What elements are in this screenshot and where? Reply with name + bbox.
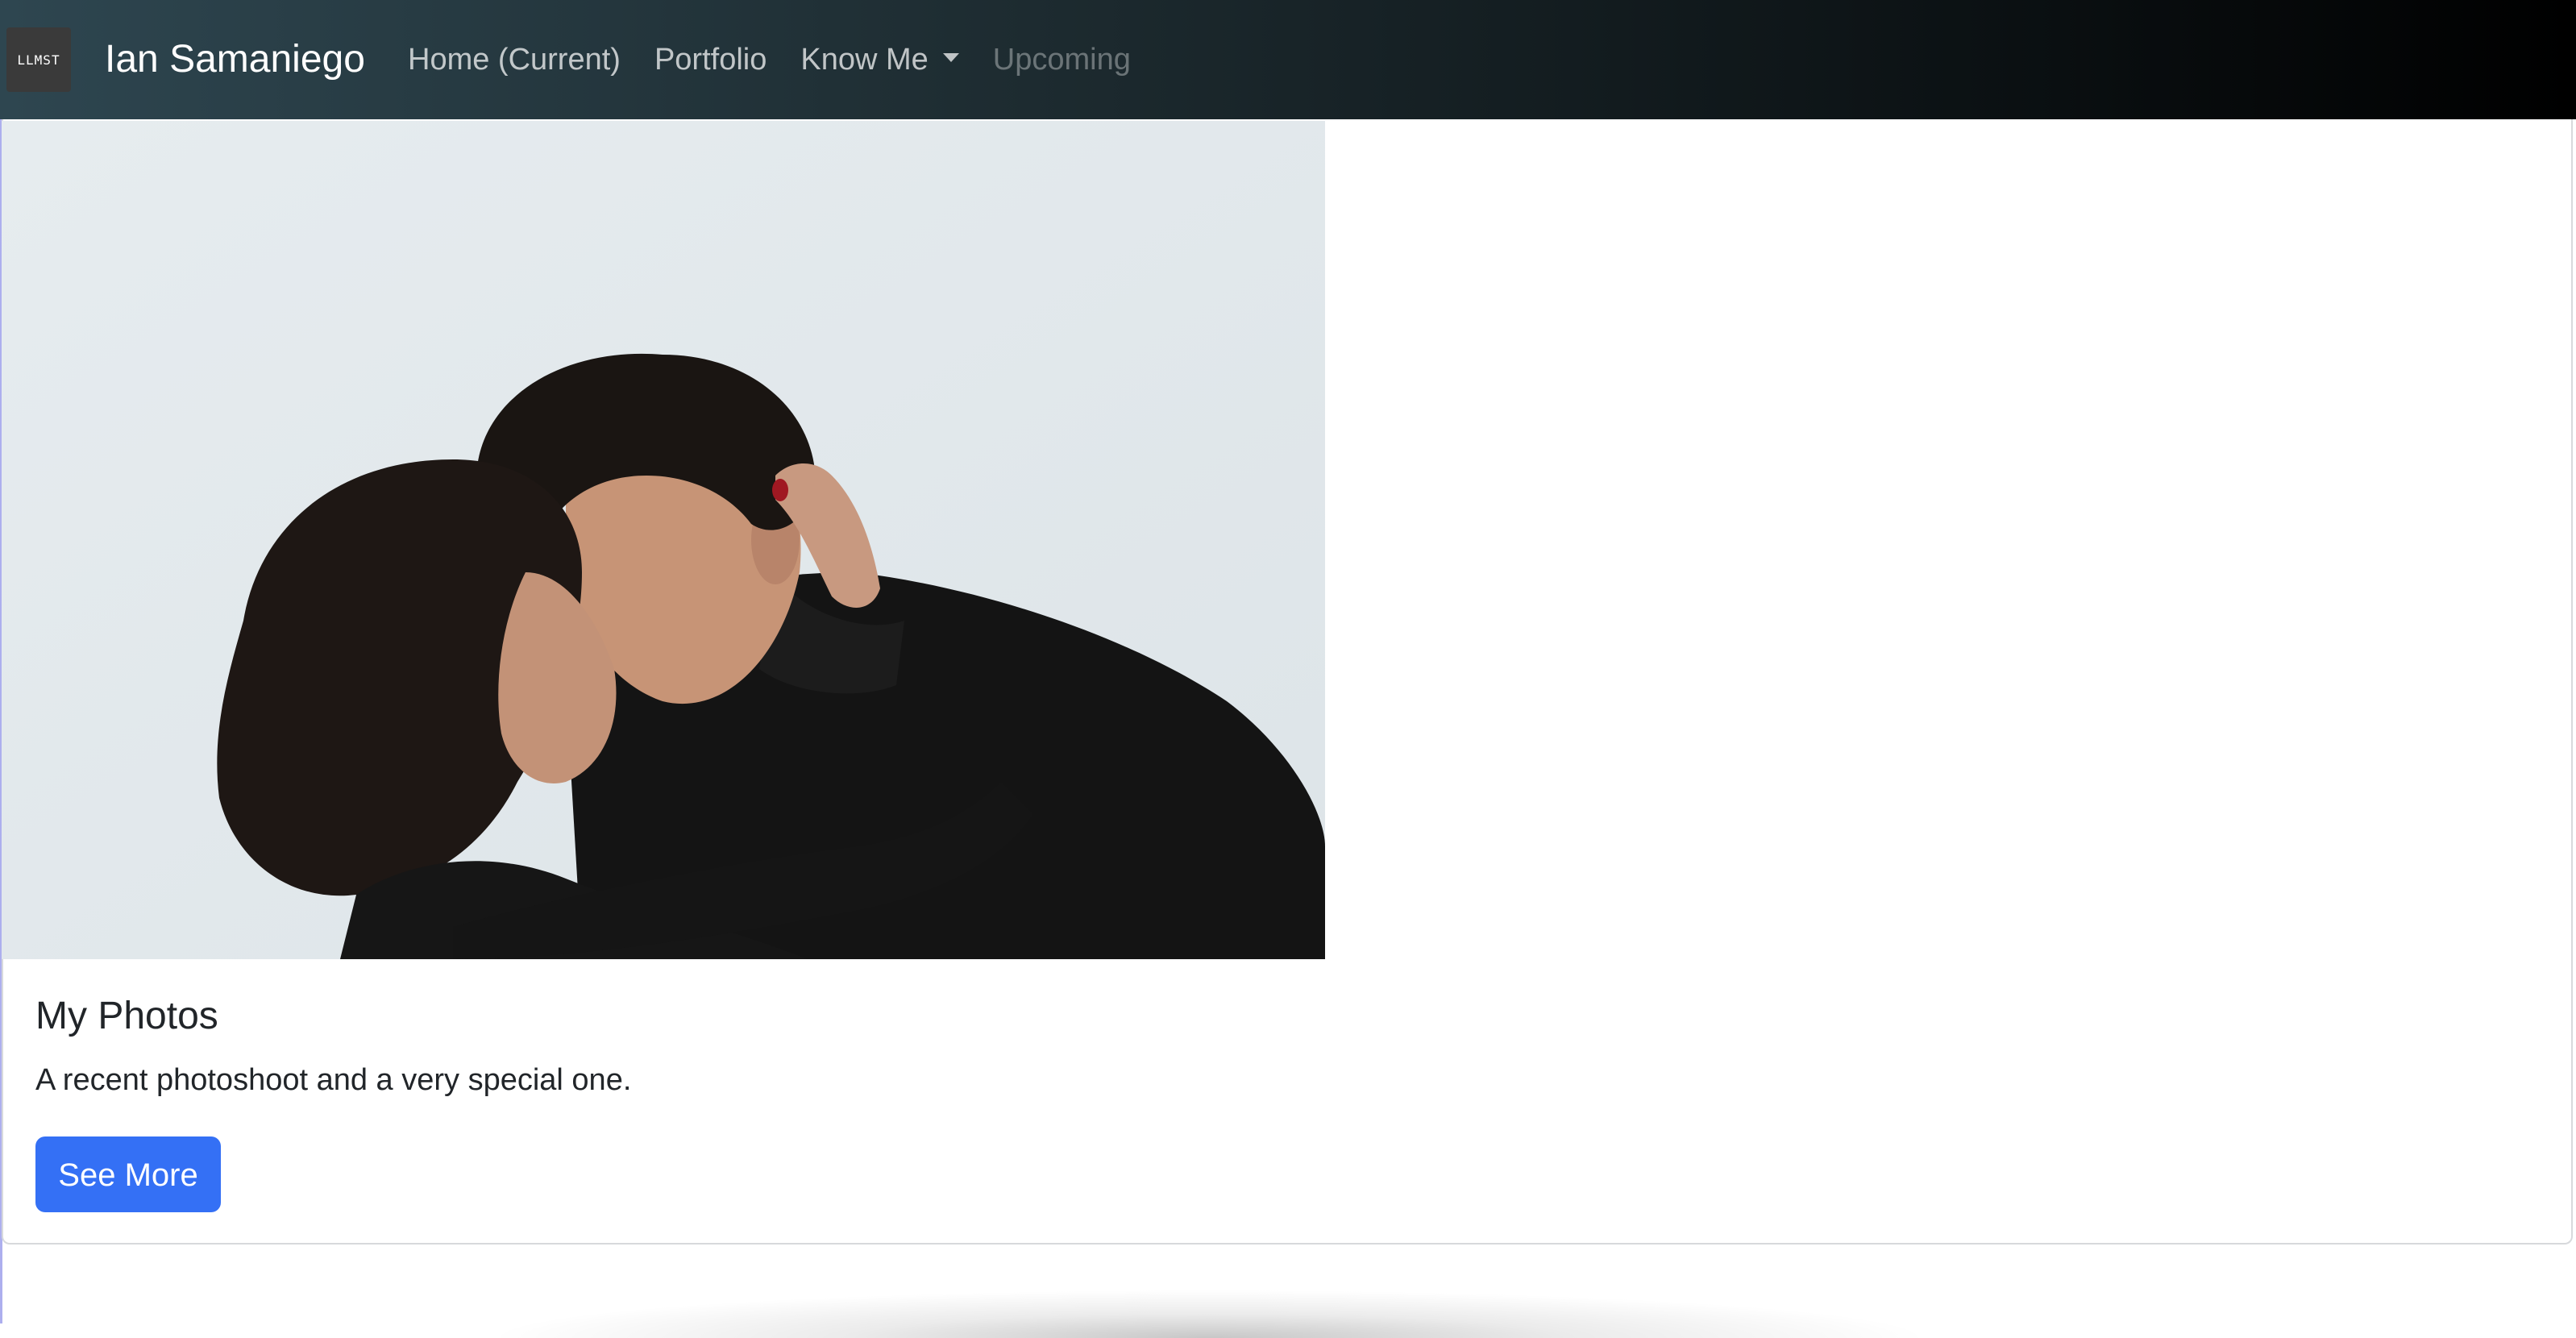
card-title: My Photos — [35, 995, 218, 1037]
nav-link-upcoming: Upcoming — [992, 43, 1131, 77]
couple-photo — [2, 121, 1325, 959]
nav-dropdown-know-me-label: Know Me — [800, 43, 929, 77]
card-description: A recent photoshoot and a very special o… — [35, 1063, 632, 1097]
see-more-button[interactable]: See More — [35, 1136, 221, 1212]
nav-link-portfolio[interactable]: Portfolio — [654, 37, 767, 82]
nav-links: Home (Current) Portfolio Know Me Upcomin… — [408, 37, 1165, 82]
chevron-down-icon — [942, 53, 959, 63]
brand-name[interactable]: Ian Samaniego — [105, 35, 365, 84]
couple-photo-illustration — [2, 121, 1325, 959]
nav-link-home[interactable]: Home (Current) — [408, 37, 621, 82]
top-navbar: LLMST Ian Samaniego Home (Current) Portf… — [0, 0, 2576, 119]
next-section-shadow — [484, 1290, 1934, 1338]
logo-text: LLMST — [17, 52, 60, 68]
brand-logo[interactable]: LLMST — [6, 27, 71, 92]
nav-dropdown-know-me[interactable]: Know Me — [800, 37, 959, 82]
